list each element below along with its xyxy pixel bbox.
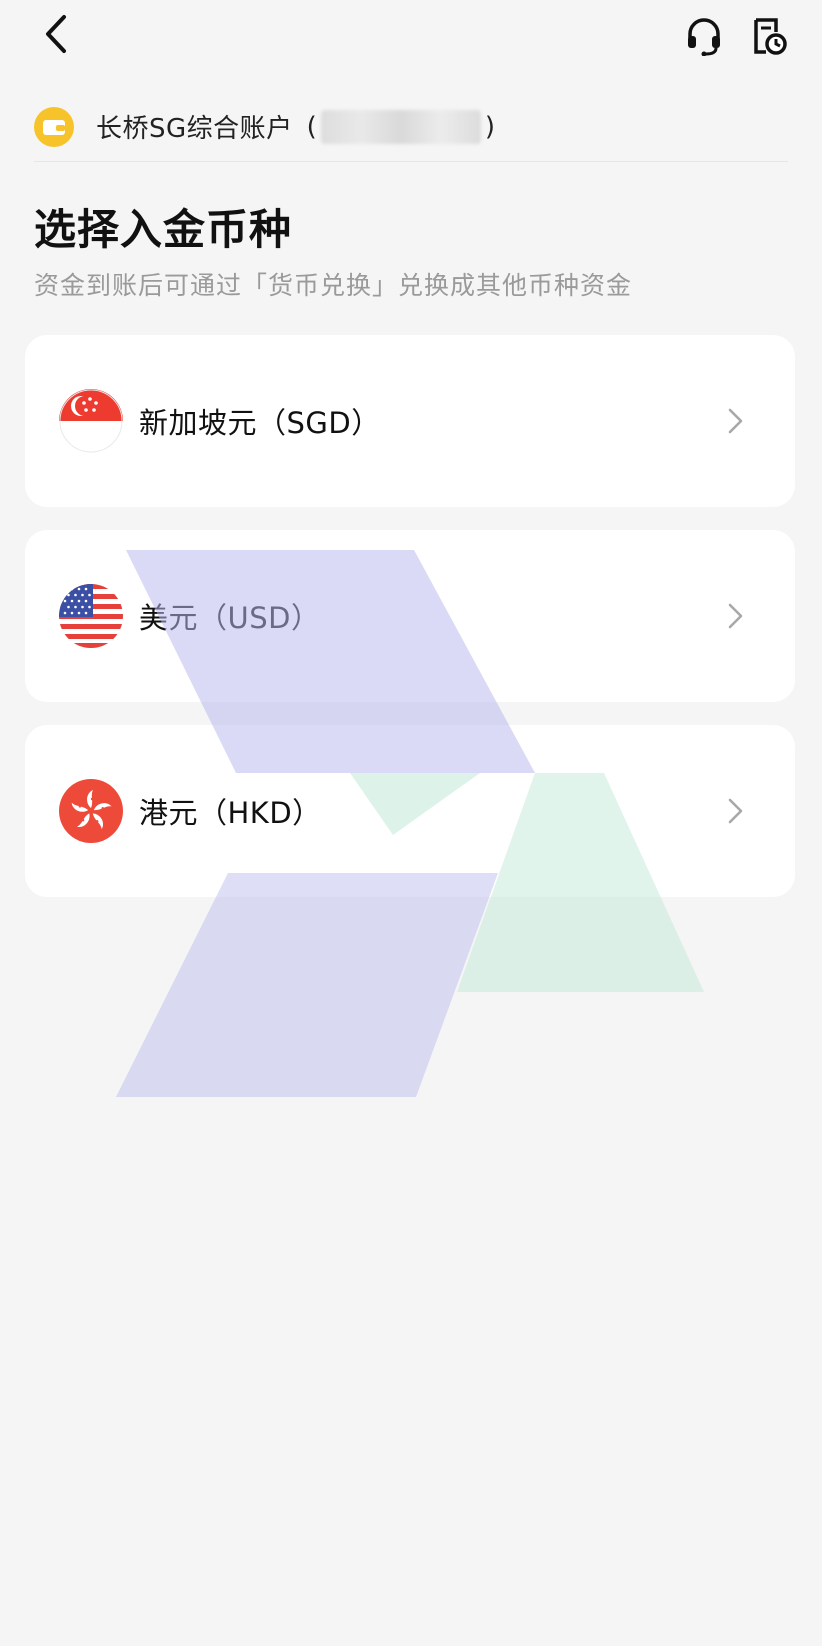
account-selector[interactable]: 长桥SG综合账户 ( ) [34,92,788,162]
currency-option-usd[interactable]: 美元（USD） [25,530,795,702]
chevron-right-icon [728,408,743,434]
singapore-flag-icon [59,389,123,453]
account-id-open-paren: ( [306,111,317,142]
headset-icon [688,18,720,56]
currency-label: 美元（USD） [139,601,321,635]
account-name: 长桥SG综合账户 [96,114,293,144]
back-button[interactable] [34,12,78,56]
wallet-icon [34,106,74,147]
hong-kong-flag-icon [59,779,123,843]
history-button[interactable] [744,12,792,60]
chevron-right-icon [728,798,743,824]
page-subtitle: 资金到账后可通过「货币兑换」兑换成其他币种资金 [34,271,633,300]
top-bar [0,0,822,80]
currency-list: 新加坡元（SGD） 美元（USD） 港元（HKD） [25,335,795,920]
currency-option-hkd[interactable]: 港元（HKD） [25,725,795,897]
document-clock-icon [754,18,787,55]
chevron-left-icon [46,15,66,53]
account-id: ( ) [306,109,495,144]
currency-label: 港元（HKD） [139,796,322,830]
chevron-right-icon [728,603,743,629]
currency-label: 新加坡元（SGD） [139,406,381,440]
customer-support-button[interactable] [680,12,728,60]
currency-option-sgd[interactable]: 新加坡元（SGD） [25,335,795,507]
us-flag-icon [59,584,123,648]
account-id-close-paren: ) [484,111,495,142]
page-title: 选择入金币种 [34,205,293,254]
account-id-mask [320,109,481,144]
